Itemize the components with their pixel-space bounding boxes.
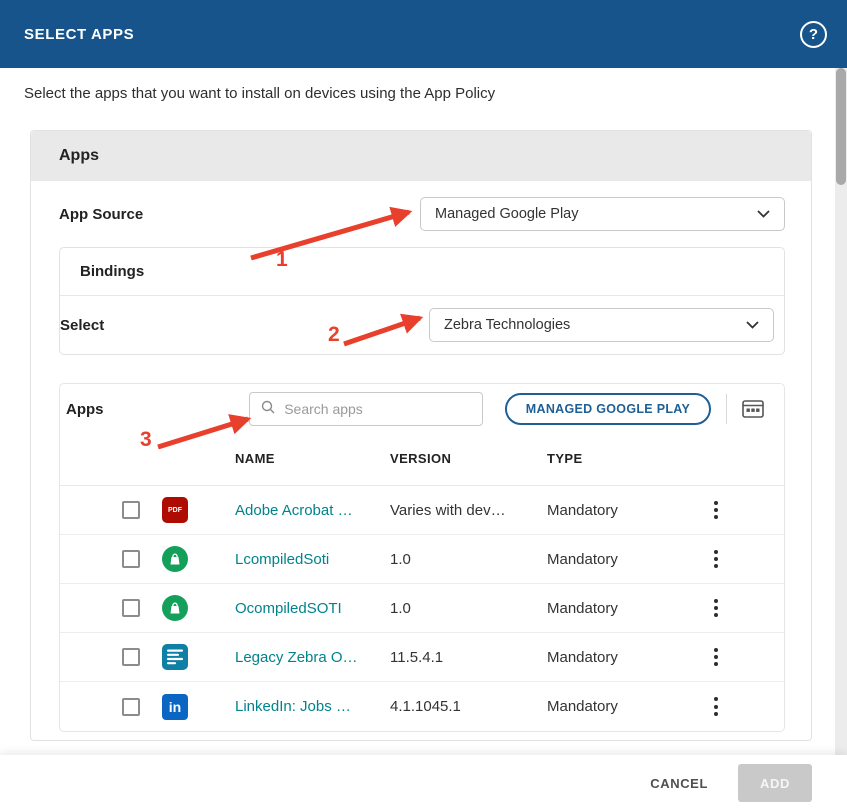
cancel-button[interactable]: CANCEL [650, 776, 708, 791]
chevron-down-icon [746, 317, 759, 333]
toolbar-divider [726, 394, 727, 424]
zebra-app-icon [162, 644, 188, 670]
row-menu-kebab-icon[interactable] [710, 593, 722, 623]
app-source-dropdown[interactable]: Managed Google Play [420, 197, 785, 231]
apps-panel-title: Apps [31, 131, 811, 181]
intro-text: Select the apps that you want to install… [24, 85, 495, 102]
row-menu-kebab-icon[interactable] [710, 544, 722, 574]
app-version: 1.0 [390, 600, 547, 617]
row-menu-kebab-icon[interactable] [710, 642, 722, 672]
annotation-number-3: 3 [140, 428, 152, 452]
row-menu-kebab-icon[interactable] [710, 692, 722, 722]
column-header-version: VERSION [390, 451, 547, 466]
adobe-acrobat-icon: PDF [162, 497, 188, 523]
table-row[interactable]: Legacy Zebra O… 11.5.4.1 Mandatory [60, 633, 784, 682]
app-source-value: Managed Google Play [435, 206, 579, 222]
app-version: 4.1.1045.1 [390, 698, 547, 715]
linkedin-icon: in [162, 694, 188, 720]
table-row[interactable]: LcompiledSoti 1.0 Mandatory [60, 535, 784, 584]
add-button[interactable]: ADD [738, 764, 812, 802]
table-row[interactable]: PDF Adobe Acrobat … Varies with dev… Man… [60, 486, 784, 535]
column-header-type: TYPE [547, 451, 696, 466]
table-row[interactable]: in LinkedIn: Jobs … 4.1.1045.1 Mandatory [60, 682, 784, 731]
green-bag-app-icon [162, 546, 188, 572]
row-checkbox[interactable] [122, 550, 140, 568]
annotation-number-2: 2 [328, 323, 340, 347]
row-checkbox[interactable] [122, 501, 140, 519]
select-apps-dialog: SELECT APPS ? Select the apps that you w… [0, 0, 847, 811]
managed-google-play-button[interactable]: MANAGED GOOGLE PLAY [505, 393, 711, 425]
dialog-footer: CANCEL ADD [0, 755, 847, 811]
chevron-down-icon [757, 206, 770, 222]
app-name-link[interactable]: Adobe Acrobat … [235, 502, 390, 519]
app-name-link[interactable]: LcompiledSoti [235, 551, 390, 568]
app-type: Mandatory [547, 649, 696, 666]
app-type: Mandatory [547, 551, 696, 568]
app-version: Varies with dev… [390, 502, 547, 519]
app-type: Mandatory [547, 698, 696, 715]
app-version: 1.0 [390, 551, 547, 568]
scrollbar-thumb[interactable] [836, 68, 846, 185]
help-icon[interactable]: ? [800, 21, 827, 48]
annotation-number-1: 1 [276, 248, 288, 272]
row-menu-kebab-icon[interactable] [710, 495, 722, 525]
row-checkbox[interactable] [122, 599, 140, 617]
row-checkbox[interactable] [122, 648, 140, 666]
binding-select-value: Zebra Technologies [444, 317, 570, 333]
annotation-arrow-1 [243, 198, 429, 268]
row-checkbox[interactable] [122, 698, 140, 716]
app-grid-icon[interactable] [740, 396, 766, 422]
app-name-link[interactable]: Legacy Zebra O… [235, 649, 390, 666]
search-apps-input[interactable] [284, 401, 472, 417]
dialog-header: SELECT APPS ? [0, 0, 847, 68]
scrollbar-track[interactable] [835, 68, 847, 755]
app-type: Mandatory [547, 502, 696, 519]
app-name-link[interactable]: LinkedIn: Jobs … [235, 698, 390, 715]
table-row[interactable]: OcompiledSOTI 1.0 Mandatory [60, 584, 784, 633]
dialog-title: SELECT APPS [24, 26, 134, 43]
annotation-arrow-2 [338, 306, 438, 350]
app-type: Mandatory [547, 600, 696, 617]
green-bag-app-icon [162, 595, 188, 621]
app-name-link[interactable]: OcompiledSOTI [235, 600, 390, 617]
binding-select-dropdown[interactable]: Zebra Technologies [429, 308, 774, 342]
annotation-arrow-3 [150, 406, 268, 454]
app-version: 11.5.4.1 [390, 649, 547, 666]
search-apps-box[interactable] [249, 392, 483, 426]
